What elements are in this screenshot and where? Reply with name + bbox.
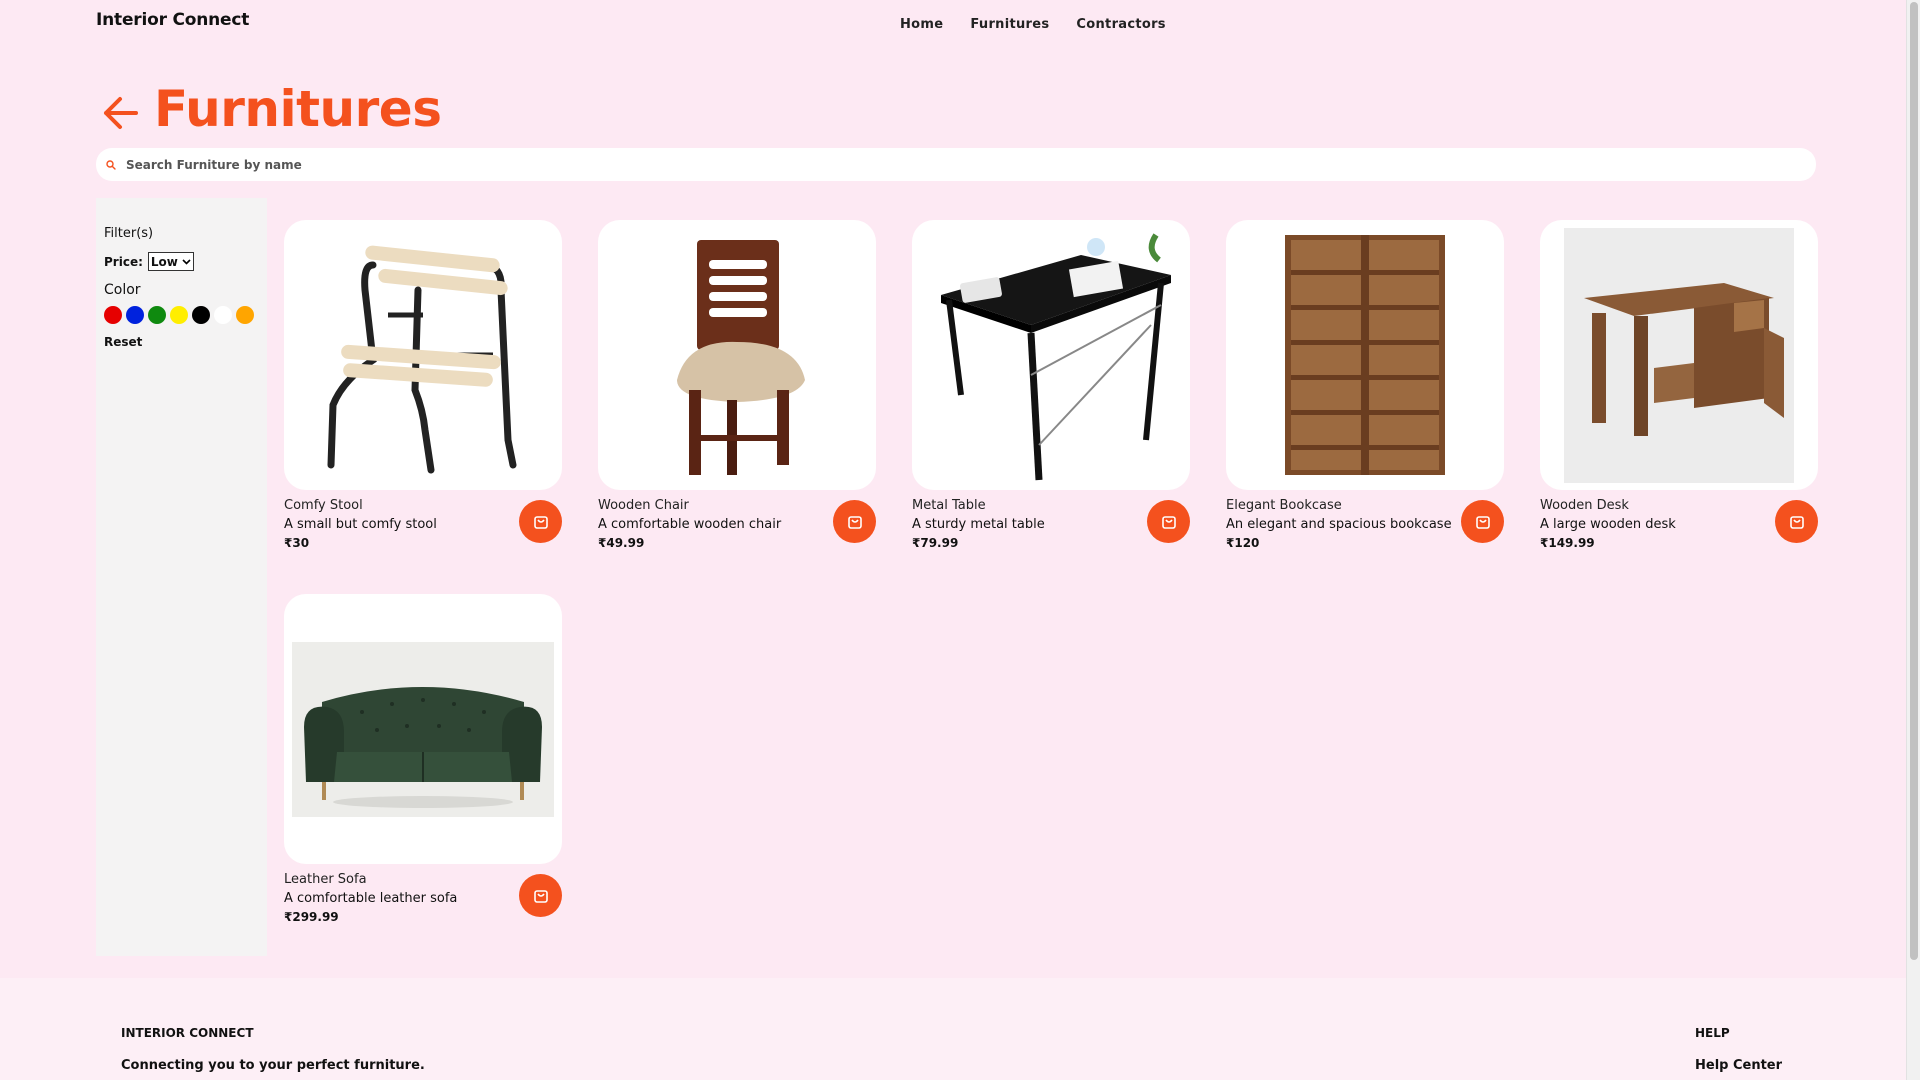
color-swatch-yellow[interactable] bbox=[170, 306, 188, 324]
product-name: Wooden Chair bbox=[598, 498, 689, 513]
add-to-cart-button[interactable] bbox=[1147, 500, 1190, 543]
add-to-cart-button[interactable] bbox=[519, 874, 562, 917]
color-swatches bbox=[104, 306, 259, 324]
product-price: ₹79.99 bbox=[912, 536, 959, 550]
nav-contractors[interactable]: Contractors bbox=[1076, 17, 1165, 32]
color-swatch-orange[interactable] bbox=[236, 306, 254, 324]
add-to-cart-button[interactable] bbox=[1461, 500, 1504, 543]
add-to-cart-button[interactable] bbox=[833, 500, 876, 543]
product-info: Wooden Chair A comfortable wooden chair … bbox=[598, 498, 876, 554]
nav-furnitures[interactable]: Furnitures bbox=[970, 17, 1049, 32]
chair-image[interactable] bbox=[598, 220, 876, 490]
title-row: Furnitures bbox=[100, 80, 442, 138]
footer-help-heading: HELP bbox=[1695, 1026, 1730, 1040]
sofa-image[interactable] bbox=[284, 594, 562, 864]
product-card[interactable]: Wooden Desk A large wooden desk ₹149.99 bbox=[1540, 220, 1818, 554]
table-image[interactable] bbox=[912, 220, 1190, 490]
price-select[interactable]: Low bbox=[147, 252, 194, 271]
search-bar bbox=[96, 148, 1816, 181]
product-card[interactable]: Elegant Bookcase An elegant and spacious… bbox=[1226, 220, 1504, 554]
back-arrow-icon[interactable] bbox=[100, 93, 140, 133]
product-name: Metal Table bbox=[912, 498, 986, 513]
product-name: Elegant Bookcase bbox=[1226, 498, 1342, 513]
product-info: Wooden Desk A large wooden desk ₹149.99 bbox=[1540, 498, 1818, 554]
price-select-value: Low bbox=[150, 254, 178, 269]
footer-brand: INTERIOR CONNECT bbox=[121, 1026, 254, 1040]
color-swatch-red[interactable] bbox=[104, 306, 122, 324]
bookcase-image[interactable] bbox=[1226, 220, 1504, 490]
product-card[interactable]: Leather Sofa A comfortable leather sofa … bbox=[284, 594, 562, 928]
product-price: ₹30 bbox=[284, 536, 310, 550]
search-icon bbox=[106, 159, 118, 171]
page-title: Furnitures bbox=[154, 80, 442, 138]
search-input[interactable] bbox=[126, 157, 1776, 172]
header: Interior Connect Home Furnitures Contrac… bbox=[0, 0, 1906, 50]
price-filter: Price: Low bbox=[104, 252, 259, 271]
price-label: Price: bbox=[104, 254, 143, 269]
main-nav: Home Furnitures Contractors bbox=[900, 17, 1166, 32]
add-to-cart-button[interactable] bbox=[1775, 500, 1818, 543]
product-card[interactable]: Metal Table A sturdy metal table ₹79.99 bbox=[912, 220, 1190, 554]
footer: INTERIOR CONNECT Connecting you to your … bbox=[0, 978, 1906, 1080]
add-to-cart-button[interactable] bbox=[519, 500, 562, 543]
product-price: ₹120 bbox=[1226, 536, 1260, 550]
color-swatch-blue[interactable] bbox=[126, 306, 144, 324]
color-swatch-green[interactable] bbox=[148, 306, 166, 324]
product-card[interactable]: Wooden Chair A comfortable wooden chair … bbox=[598, 220, 876, 554]
product-price: ₹149.99 bbox=[1540, 536, 1595, 550]
cart-icon bbox=[533, 889, 548, 903]
product-name: Wooden Desk bbox=[1540, 498, 1629, 513]
product-card[interactable]: Comfy Stool A small but comfy stool ₹30 bbox=[284, 220, 562, 554]
cart-icon bbox=[533, 515, 548, 529]
cart-icon bbox=[1789, 515, 1804, 529]
cart-icon bbox=[847, 515, 862, 529]
product-name: Comfy Stool bbox=[284, 498, 363, 513]
reset-button[interactable]: Reset bbox=[104, 335, 259, 349]
color-swatch-white[interactable] bbox=[214, 306, 232, 324]
footer-tagline: Connecting you to your perfect furniture… bbox=[121, 1058, 425, 1073]
product-info: Leather Sofa A comfortable leather sofa … bbox=[284, 872, 562, 928]
brand-logo[interactable]: Interior Connect bbox=[96, 10, 249, 30]
product-price: ₹299.99 bbox=[284, 910, 339, 924]
help-center-link[interactable]: Help Center bbox=[1695, 1058, 1782, 1073]
scrollbar-thumb[interactable] bbox=[1910, 2, 1918, 960]
product-info: Comfy Stool A small but comfy stool ₹30 bbox=[284, 498, 562, 554]
chevron-down-icon bbox=[182, 258, 191, 265]
desk-image[interactable] bbox=[1540, 220, 1818, 490]
cart-icon bbox=[1475, 515, 1490, 529]
filter-sidebar: Filter(s) Price: Low Color Reset bbox=[96, 198, 267, 956]
cart-icon bbox=[1161, 515, 1176, 529]
product-info: Elegant Bookcase An elegant and spacious… bbox=[1226, 498, 1504, 554]
nav-home[interactable]: Home bbox=[900, 17, 943, 32]
color-label: Color bbox=[104, 282, 141, 298]
product-name: Leather Sofa bbox=[284, 872, 367, 887]
product-price: ₹49.99 bbox=[598, 536, 645, 550]
product-grid: Comfy Stool A small but comfy stool ₹30 bbox=[284, 220, 1818, 928]
vertical-scrollbar[interactable] bbox=[1906, 0, 1920, 1080]
page: Interior Connect Home Furnitures Contrac… bbox=[0, 0, 1906, 1080]
color-swatch-black[interactable] bbox=[192, 306, 210, 324]
stool-image[interactable] bbox=[284, 220, 562, 490]
product-info: Metal Table A sturdy metal table ₹79.99 bbox=[912, 498, 1190, 554]
filters-heading: Filter(s) bbox=[104, 226, 154, 241]
